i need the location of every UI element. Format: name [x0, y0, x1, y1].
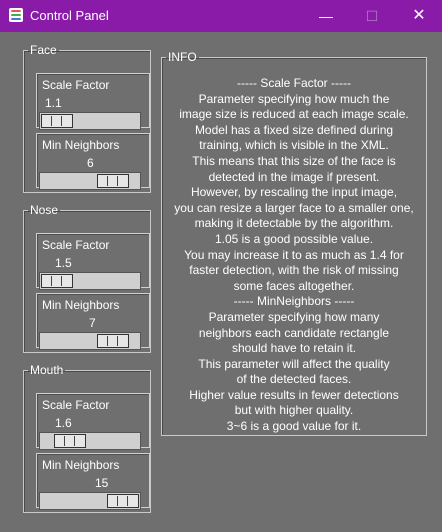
- info-line: some faces altogether.: [233, 278, 355, 293]
- face-scale-factor-box: Scale Factor 1.1: [36, 73, 150, 130]
- info-line: neighbors each candidate rectangle: [198, 325, 390, 340]
- nose-group-label: Nose: [30, 203, 59, 217]
- face-group-label: Face: [30, 43, 57, 57]
- mouth-scale-factor-slider[interactable]: [39, 432, 141, 450]
- info-line: 3~6 is a good value for it.: [226, 419, 362, 434]
- mouth-scale-factor-value: 1.6: [55, 416, 72, 430]
- info-line: training, which is visible in the XML.: [199, 138, 389, 153]
- nose-scale-factor-label: Scale Factor: [42, 238, 110, 252]
- close-button[interactable]: ✕: [409, 6, 429, 26]
- info-line: but with higher quality.: [234, 403, 354, 418]
- face-scale-factor-label: Scale Factor: [42, 78, 110, 92]
- face-min-neighbors-slider[interactable]: [39, 172, 141, 190]
- mouth-scale-factor-label: Scale Factor: [42, 398, 110, 412]
- nose-min-neighbors-box: Min Neighbors 7: [36, 293, 150, 350]
- mouth-group: Mouth Scale Factor 1.6 Min Neighbors 15: [23, 363, 151, 513]
- nose-group: Nose Scale Factor 1.5 Min Neighbors 7: [23, 203, 151, 353]
- face-scale-factor-thumb[interactable]: [41, 114, 73, 128]
- info-line: ----- Scale Factor -----: [237, 76, 351, 90]
- info-line: Higher value results in fewer detections: [189, 387, 399, 402]
- info-line: However, by rescaling the input image,: [190, 185, 398, 200]
- info-group: INFO ----- Scale Factor ----- Parameter …: [161, 50, 427, 436]
- face-min-neighbors-box: Min Neighbors 6: [36, 133, 150, 190]
- nose-min-neighbors-label: Min Neighbors: [42, 298, 120, 312]
- info-line: Model has a fixed size defined during: [194, 122, 394, 137]
- nose-scale-factor-value: 1.5: [55, 256, 72, 270]
- maximize-button[interactable]: ☐: [362, 6, 382, 26]
- face-min-neighbors-thumb[interactable]: [97, 174, 129, 188]
- nose-scale-factor-thumb[interactable]: [41, 274, 73, 288]
- window-title: Control Panel: [30, 8, 109, 23]
- mouth-min-neighbors-label: Min Neighbors: [42, 458, 120, 472]
- info-group-label: INFO: [168, 50, 197, 64]
- title-bar[interactable]: Control Panel — ☐ ✕: [0, 0, 442, 32]
- face-group: Face Scale Factor 1.1 Min Neighbors 6: [23, 43, 151, 193]
- nose-min-neighbors-thumb[interactable]: [97, 334, 129, 348]
- info-line: should have to retain it.: [231, 341, 357, 356]
- mouth-group-label: Mouth: [30, 363, 64, 377]
- mouth-min-neighbors-value: 15: [95, 476, 109, 490]
- mouth-min-neighbors-box: Min Neighbors 15: [36, 453, 150, 510]
- face-min-neighbors-value: 6: [87, 156, 94, 170]
- nose-scale-factor-slider[interactable]: [39, 272, 141, 290]
- info-line: image size is reduced at each image scal…: [179, 107, 409, 122]
- mouth-min-neighbors-slider[interactable]: [39, 492, 141, 510]
- info-line: This parameter will affect the quality: [198, 356, 390, 371]
- info-line: making it detectable by the algorithm.: [194, 216, 394, 231]
- face-min-neighbors-label: Min Neighbors: [42, 138, 120, 152]
- face-scale-factor-slider[interactable]: [39, 112, 141, 130]
- app-icon: [9, 8, 23, 22]
- nose-scale-factor-box: Scale Factor 1.5: [36, 233, 150, 290]
- info-line: Parameter specifying how many: [208, 309, 380, 324]
- minimize-button[interactable]: —: [316, 6, 336, 26]
- info-line: you can resize a larger face to a smalle…: [174, 200, 414, 215]
- info-text: ----- Scale Factor ----- Parameter speci…: [162, 76, 426, 435]
- nose-min-neighbors-value: 7: [89, 316, 96, 330]
- info-line: ----- MinNeighbors -----: [233, 294, 355, 309]
- info-line: This means that this size of the face is: [192, 153, 396, 168]
- info-line: detected in the image if present.: [208, 169, 380, 184]
- mouth-min-neighbors-thumb[interactable]: [107, 494, 139, 508]
- info-line: faster detection, with the risk of missi…: [189, 263, 399, 278]
- info-line: You may increase it to as much as 1.4 fo…: [184, 247, 404, 262]
- info-line: Parameter specifying how much the: [198, 91, 390, 106]
- nose-min-neighbors-slider[interactable]: [39, 332, 141, 350]
- info-line: 1.05 is a good possible value.: [214, 231, 374, 246]
- mouth-scale-factor-thumb[interactable]: [54, 434, 86, 448]
- mouth-scale-factor-box: Scale Factor 1.6: [36, 393, 150, 450]
- info-line: of the detected faces.: [236, 372, 352, 387]
- face-scale-factor-value: 1.1: [45, 96, 62, 110]
